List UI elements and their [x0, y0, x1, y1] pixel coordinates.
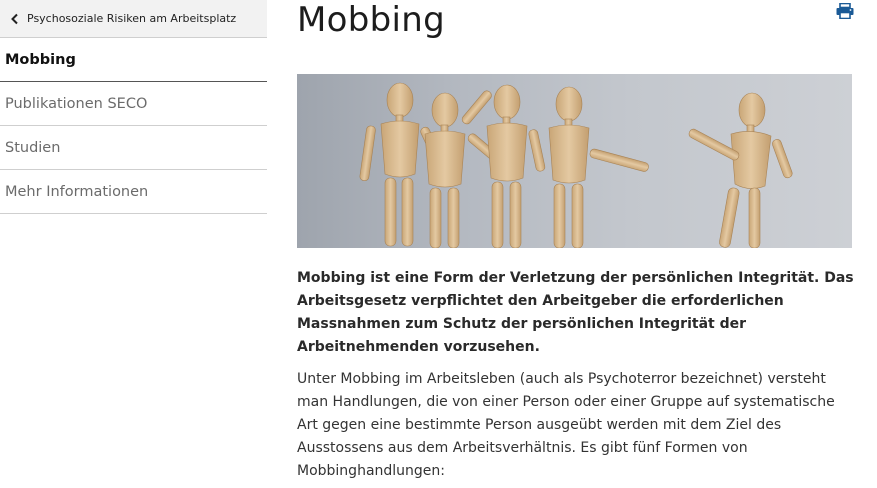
sidebar-item-label: Publikationen SECO [5, 95, 148, 112]
sidebar-item-label: Mehr Informationen [5, 183, 149, 200]
sidebar-item-mobbing[interactable]: Mobbing [0, 38, 267, 82]
sidebar-item-publikationen-seco[interactable]: Publikationen SECO [0, 82, 267, 126]
hero-image [297, 74, 852, 248]
sidebar-item-studien[interactable]: Studien [0, 126, 267, 170]
sidebar: Psychosoziale Risiken am Arbeitsplatz Mo… [0, 0, 267, 214]
chevron-left-icon [11, 13, 18, 24]
back-link[interactable]: Psychosoziale Risiken am Arbeitsplatz [0, 0, 267, 38]
page-title: Mobbing [297, 0, 445, 40]
body-paragraph: Unter Mobbing im Arbeitsleben (auch als … [297, 371, 835, 479]
wooden-mannequins-illustration [359, 82, 793, 248]
sidebar-item-label: Mobbing [5, 51, 76, 68]
back-link-label: Psychosoziale Risiken am Arbeitsplatz [27, 12, 237, 25]
print-icon[interactable] [836, 3, 854, 19]
lead-paragraph: Mobbing ist eine Form der Verletzung der… [297, 270, 854, 355]
sidebar-item-label: Studien [5, 139, 61, 156]
sidebar-item-mehr-informationen[interactable]: Mehr Informationen [0, 170, 267, 214]
